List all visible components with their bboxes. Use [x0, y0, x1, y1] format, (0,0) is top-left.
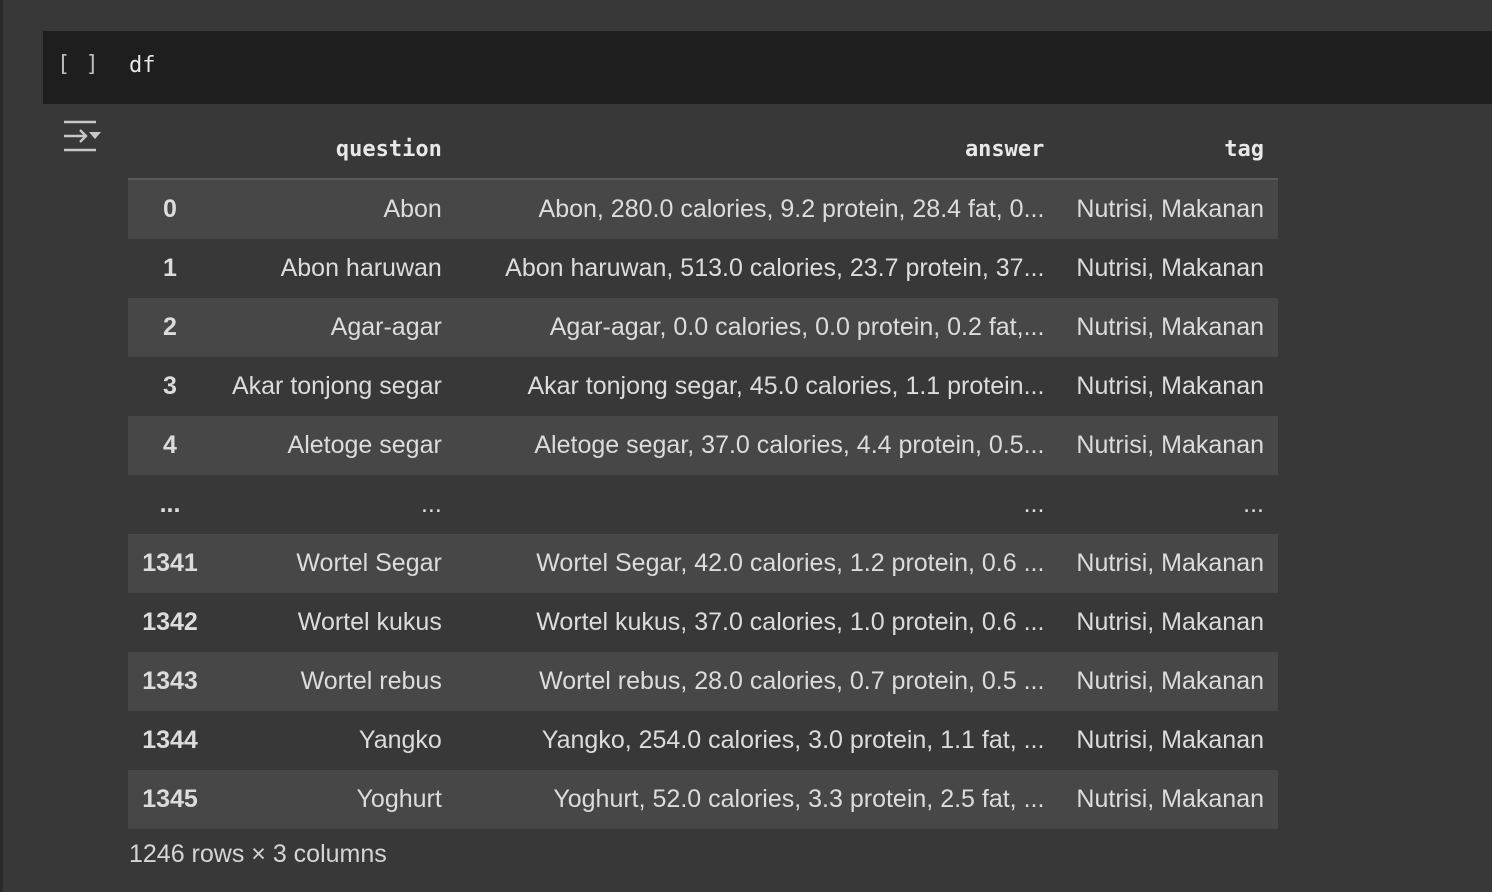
- row-index: 4: [128, 416, 212, 475]
- cell-tag: Nutrisi, Makanan: [1058, 357, 1278, 416]
- table-row: 1342 Wortel kukus Wortel kukus, 37.0 cal…: [128, 593, 1278, 652]
- cell-answer: Aletoge segar, 37.0 calories, 4.4 protei…: [455, 416, 1059, 475]
- cell-tag: Nutrisi, Makanan: [1058, 416, 1278, 475]
- output-collapse-icon[interactable]: [60, 118, 104, 154]
- cell-question: Wortel rebus: [212, 652, 456, 711]
- row-index: 1343: [128, 652, 212, 711]
- cell-answer: Abon, 280.0 calories, 9.2 protein, 28.4 …: [455, 179, 1059, 239]
- row-index: 0: [128, 179, 212, 239]
- table-header-row: question answer tag: [128, 120, 1278, 180]
- cell-question: Aletoge segar: [212, 416, 456, 475]
- cell-tag: Nutrisi, Makanan: [1058, 179, 1278, 239]
- table-row-ellipsis: ... ... ... ...: [128, 475, 1278, 534]
- cell-answer: Wortel kukus, 37.0 calories, 1.0 protein…: [455, 593, 1059, 652]
- cell-question: Abon haruwan: [212, 239, 456, 298]
- index-header: [128, 120, 212, 180]
- cell-tag: Nutrisi, Makanan: [1058, 652, 1278, 711]
- cell-answer: Wortel Segar, 42.0 calories, 1.2 protein…: [455, 534, 1059, 593]
- run-cell-button[interactable]: [ ]: [57, 52, 100, 77]
- cell-answer: Wortel rebus, 28.0 calories, 0.7 protein…: [455, 652, 1059, 711]
- cell-tag: Nutrisi, Makanan: [1058, 534, 1278, 593]
- cell-tag: Nutrisi, Makanan: [1058, 711, 1278, 770]
- row-index: 1341: [128, 534, 212, 593]
- row-index: ...: [128, 475, 212, 534]
- row-index: 1: [128, 239, 212, 298]
- dataframe-table: question answer tag 0 Abon Abon, 280.0 c…: [128, 120, 1278, 829]
- table-row: 0 Abon Abon, 280.0 calories, 9.2 protein…: [128, 179, 1278, 239]
- cell-answer: ...: [455, 475, 1059, 534]
- cell-answer: Agar-agar, 0.0 calories, 0.0 protein, 0.…: [455, 298, 1059, 357]
- cell-question: Wortel Segar: [212, 534, 456, 593]
- code-editor-text[interactable]: df: [129, 53, 156, 78]
- cell-question: Akar tonjong segar: [212, 357, 456, 416]
- cell-question: Yangko: [212, 711, 456, 770]
- cell-tag: ...: [1058, 475, 1278, 534]
- row-index: 1344: [128, 711, 212, 770]
- table-row: 1344 Yangko Yangko, 254.0 calories, 3.0 …: [128, 711, 1278, 770]
- table-row: 1343 Wortel rebus Wortel rebus, 28.0 cal…: [128, 652, 1278, 711]
- column-header-question: question: [212, 120, 456, 180]
- row-index: 2: [128, 298, 212, 357]
- notebook-left-border: [0, 0, 3, 892]
- cell-answer: Yangko, 254.0 calories, 3.0 protein, 1.1…: [455, 711, 1059, 770]
- cell-answer: Abon haruwan, 513.0 calories, 23.7 prote…: [455, 239, 1059, 298]
- column-header-tag: tag: [1058, 120, 1278, 180]
- table-row: 1345 Yoghurt Yoghurt, 52.0 calories, 3.3…: [128, 770, 1278, 829]
- cell-answer: Yoghurt, 52.0 calories, 3.3 protein, 2.5…: [455, 770, 1059, 829]
- cell-tag: Nutrisi, Makanan: [1058, 593, 1278, 652]
- cell-answer: Akar tonjong segar, 45.0 calories, 1.1 p…: [455, 357, 1059, 416]
- code-cell[interactable]: [43, 31, 1492, 104]
- column-header-answer: answer: [455, 120, 1059, 180]
- table-row: 3 Akar tonjong segar Akar tonjong segar,…: [128, 357, 1278, 416]
- table-row: 1341 Wortel Segar Wortel Segar, 42.0 cal…: [128, 534, 1278, 593]
- cell-tag: Nutrisi, Makanan: [1058, 239, 1278, 298]
- row-index: 1345: [128, 770, 212, 829]
- row-index: 3: [128, 357, 212, 416]
- cell-tag: Nutrisi, Makanan: [1058, 298, 1278, 357]
- table-shape-footer: 1246 rows × 3 columns: [129, 840, 387, 868]
- table-row: 4 Aletoge segar Aletoge segar, 37.0 calo…: [128, 416, 1278, 475]
- table-row: 1 Abon haruwan Abon haruwan, 513.0 calor…: [128, 239, 1278, 298]
- table-row: 2 Agar-agar Agar-agar, 0.0 calories, 0.0…: [128, 298, 1278, 357]
- cell-question: Wortel kukus: [212, 593, 456, 652]
- row-index: 1342: [128, 593, 212, 652]
- cell-question: Agar-agar: [212, 298, 456, 357]
- cell-tag: Nutrisi, Makanan: [1058, 770, 1278, 829]
- cell-question: Yoghurt: [212, 770, 456, 829]
- cell-question: ...: [212, 475, 456, 534]
- cell-question: Abon: [212, 179, 456, 239]
